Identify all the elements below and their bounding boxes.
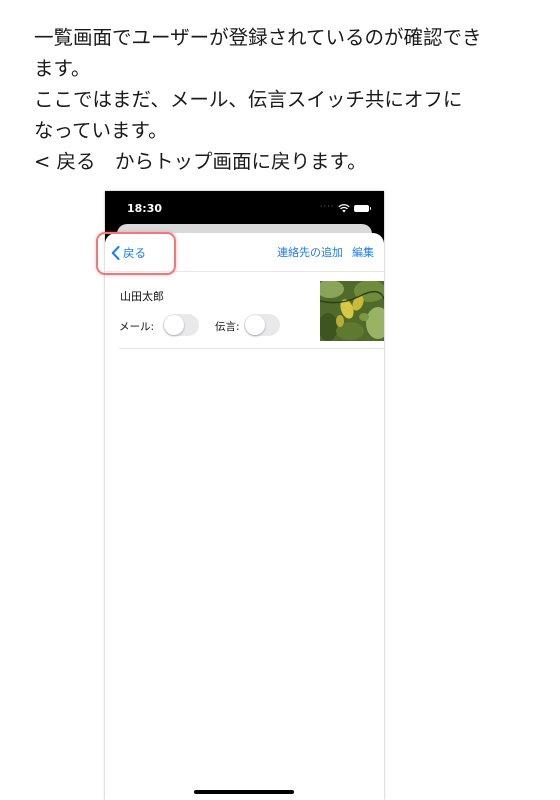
battery-icon — [354, 205, 371, 212]
phone-screenshot: 18:30 ···· 戻る 連絡先の追加 編集 山田太郎 メール: 伝言: — [105, 191, 384, 800]
contact-list-sheet: 戻る 連絡先の追加 編集 山田太郎 メール: 伝言: — [105, 233, 384, 800]
contact-photo — [320, 281, 384, 341]
caption-line: < 戻る からトップ画面に戻ります。 — [34, 150, 367, 173]
status-bar: 18:30 ···· — [105, 191, 384, 227]
nav-actions: 連絡先の追加 編集 — [268, 244, 374, 260]
contact-row[interactable]: 山田太郎 メール: 伝言: — [119, 271, 384, 349]
status-time: 18:30 — [127, 202, 163, 215]
message-label: 伝言: — [215, 321, 240, 333]
caption-line: ここではまだ、メール、伝言スイッチ共にオフに — [34, 88, 463, 111]
mail-toggle[interactable] — [163, 314, 199, 336]
add-contact-button[interactable]: 連絡先の追加 — [277, 244, 343, 260]
signal-icon: ···· — [320, 202, 335, 211]
caption-line: なっています。 — [34, 119, 168, 142]
message-toggle[interactable] — [244, 314, 280, 336]
caption-line: ます。 — [34, 57, 91, 80]
home-indicator — [194, 790, 294, 794]
contact-name: 山田太郎 — [120, 290, 164, 303]
wifi-icon — [338, 204, 350, 213]
mail-label: メール: — [119, 321, 155, 333]
instruction-text: 一覧画面でユーザーが登録されているのが確認でき ます。 ここではまだ、メール、伝… — [34, 22, 534, 177]
edit-button[interactable]: 編集 — [352, 244, 374, 260]
caption-line: 一覧画面でユーザーが登録されているのが確認でき — [34, 26, 482, 49]
back-button-highlight — [96, 232, 176, 275]
